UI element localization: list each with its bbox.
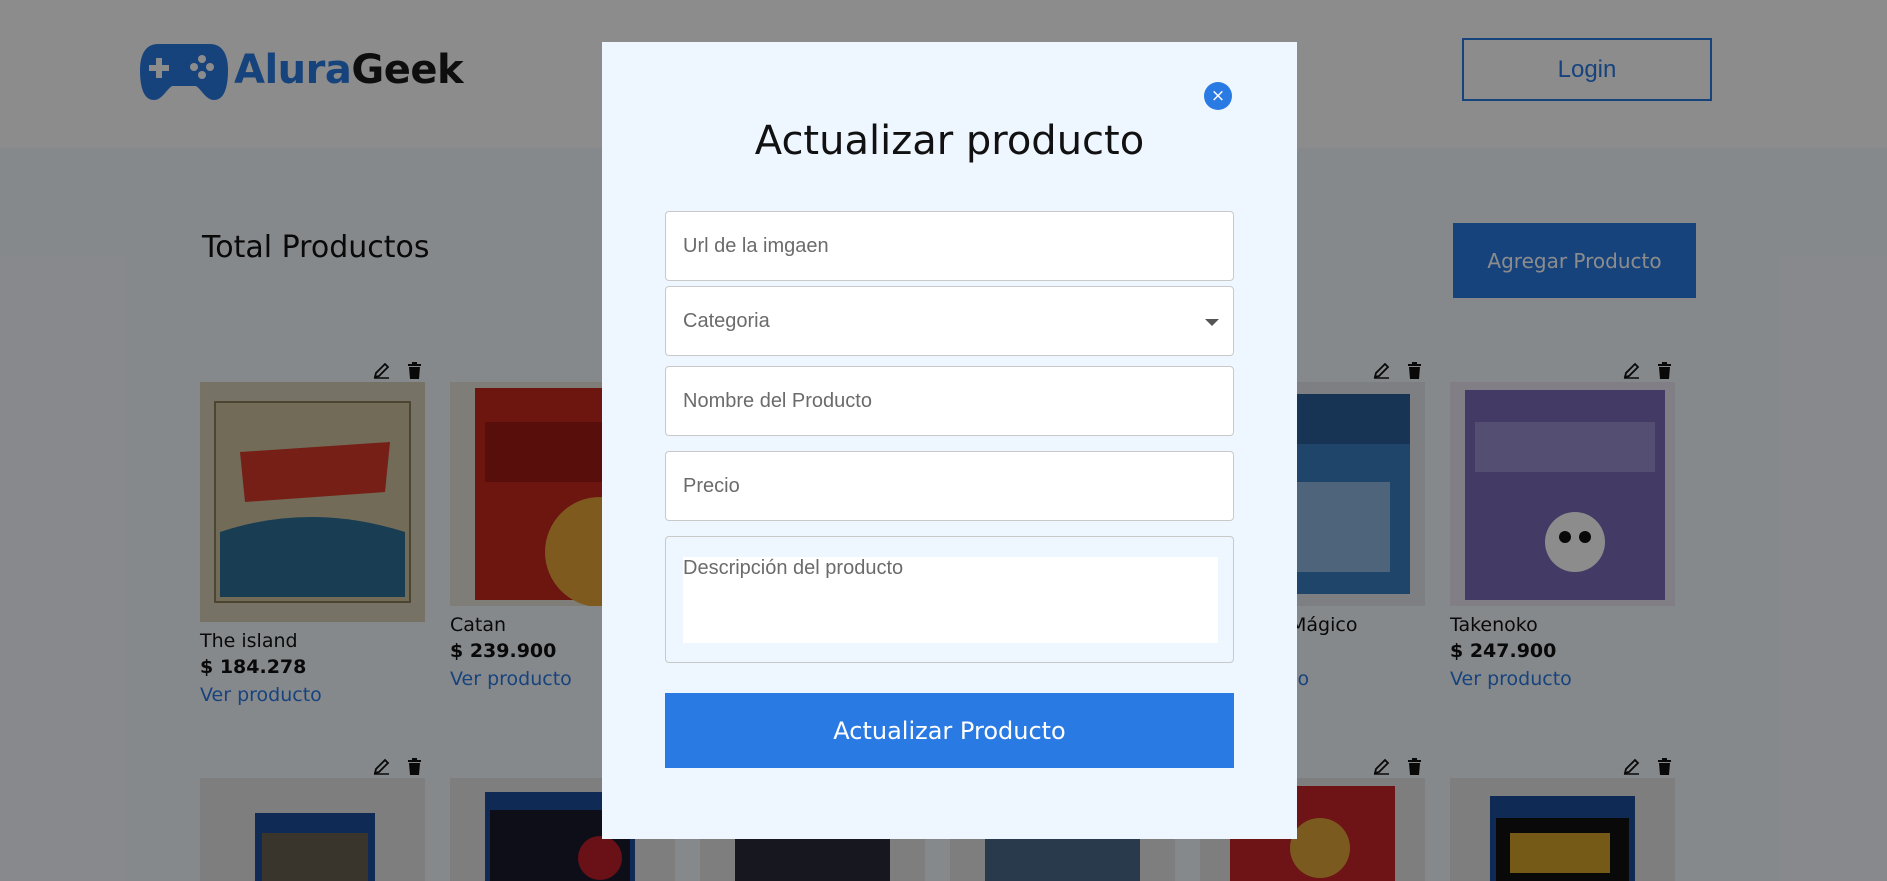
close-icon[interactable]: × [1204, 82, 1232, 110]
product-name-input[interactable]: Nombre del Producto [665, 366, 1234, 436]
category-select-label: Categoria [683, 309, 770, 332]
update-product-button[interactable]: Actualizar Producto [665, 693, 1234, 768]
image-url-input[interactable]: Url de la imgaen [665, 211, 1234, 281]
description-textarea[interactable]: Descripción del producto [683, 557, 1218, 643]
chevron-down-icon [1205, 319, 1219, 326]
description-field[interactable]: Descripción del producto [665, 536, 1234, 663]
category-select[interactable]: Categoria [665, 286, 1234, 356]
price-input[interactable]: Precio [665, 451, 1234, 521]
modal-title: Actualizar producto [754, 118, 1145, 164]
